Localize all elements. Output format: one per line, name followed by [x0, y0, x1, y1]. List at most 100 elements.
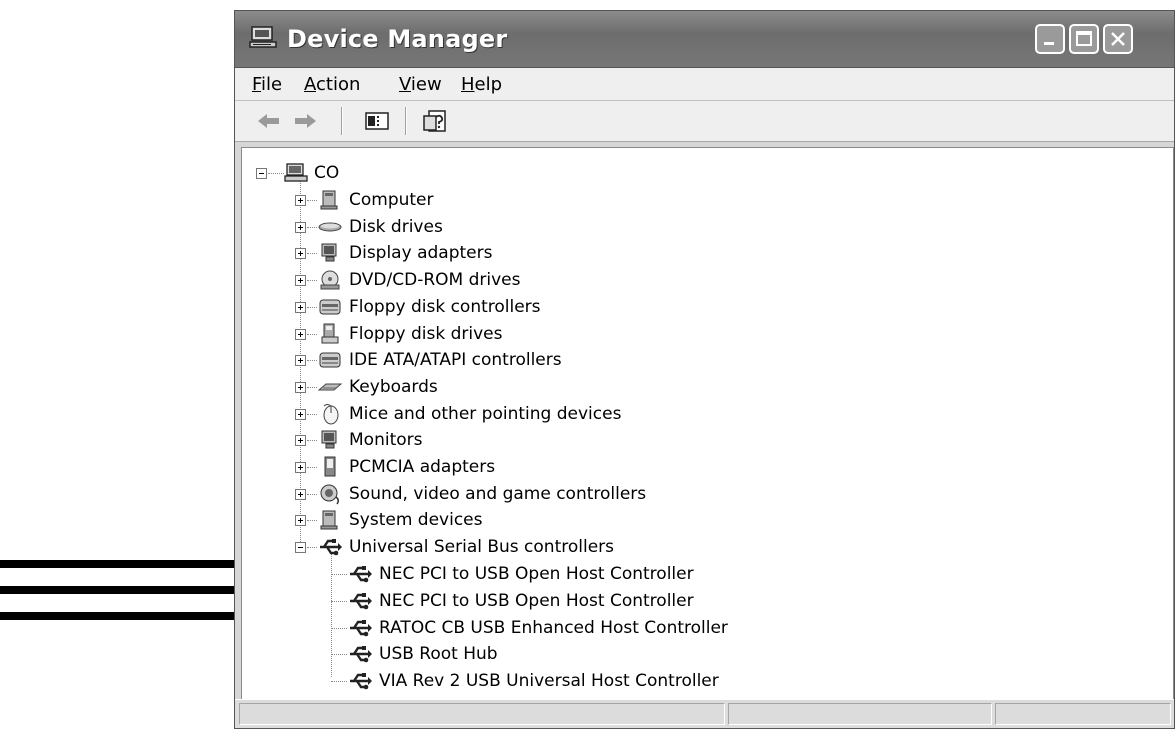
usb-icon	[350, 673, 372, 690]
expand-toggle[interactable]	[295, 195, 306, 206]
tree-connector	[331, 654, 347, 656]
menu-action[interactable]: Action	[304, 74, 360, 95]
tree-category-label: Disk drives	[349, 216, 443, 237]
maximize-icon	[1076, 31, 1092, 46]
tree-connector	[307, 440, 317, 442]
toolbar-separator	[405, 107, 407, 135]
device-tree: CO Computer Disk drives Display adapters DV…	[241, 147, 1174, 700]
tree-category-label: Sound, video and game controllers	[349, 483, 647, 504]
usb-icon	[320, 539, 342, 556]
status-pane	[995, 703, 1171, 725]
expand-toggle[interactable]	[295, 328, 306, 340]
tree-connector	[331, 574, 347, 575]
maximize-button[interactable]	[1069, 24, 1099, 54]
status-pane	[728, 703, 992, 725]
expand-toggle[interactable]	[295, 488, 306, 500]
computer-icon	[249, 26, 277, 48]
device-manager-window: Device Manager File Action View Help CO …	[234, 10, 1175, 729]
properties-icon[interactable]	[421, 108, 449, 134]
expand-toggle[interactable]	[295, 408, 306, 420]
close-icon	[1111, 32, 1125, 46]
expand-toggle[interactable]	[295, 275, 306, 287]
tree-connector	[307, 467, 317, 468]
expand-toggle[interactable]	[295, 301, 306, 313]
tree-category-label: Floppy disk drives	[349, 323, 503, 344]
toolbar-separator	[341, 107, 343, 135]
usb-icon	[350, 592, 372, 610]
computer-icon	[284, 163, 308, 182]
window-title: Device Manager	[287, 25, 508, 53]
tree-category-label: Floppy disk controllers	[349, 296, 541, 317]
tree-connector	[307, 253, 317, 255]
tree-connector	[307, 520, 317, 522]
usb-icon	[350, 566, 372, 583]
tree-connector	[331, 627, 347, 629]
usb-device-label: NEC PCI to USB Open Host Controller	[379, 590, 694, 611]
tree-category-label: Keyboards	[349, 376, 438, 397]
collapse-toggle[interactable]	[256, 168, 267, 179]
tree-category-label: Universal Serial Bus controllers	[349, 537, 615, 558]
expand-toggle[interactable]	[295, 462, 306, 473]
expand-toggle[interactable]	[295, 248, 306, 260]
mouse-icon	[323, 403, 339, 425]
tree-connector	[307, 493, 317, 495]
minimize-icon	[1044, 42, 1054, 45]
sound-icon	[320, 484, 340, 505]
tree-connector	[331, 681, 347, 683]
status-pane	[239, 703, 725, 725]
collapse-toggle[interactable]	[295, 542, 306, 554]
usb-icon	[350, 619, 372, 636]
menu-help[interactable]: Help	[461, 74, 502, 95]
tree-connector	[307, 306, 317, 308]
menu-view[interactable]: View	[399, 74, 442, 95]
toolbar	[235, 101, 1174, 142]
tree-connector	[307, 547, 317, 549]
tree-connector	[307, 280, 317, 282]
floppy-drive-icon	[321, 323, 339, 343]
floppy-controller-icon	[319, 299, 341, 315]
dvd-drive-icon	[320, 270, 340, 290]
expand-toggle[interactable]	[295, 435, 306, 447]
menu-bar: File Action View Help	[235, 68, 1174, 101]
tree-category-label: Mice and other pointing devices	[349, 403, 622, 424]
expand-toggle[interactable]	[295, 515, 306, 527]
expand-toggle[interactable]	[295, 221, 306, 233]
tree-connector	[307, 386, 317, 388]
usb-device-label: VIA Rev 2 USB Universal Host Controller	[379, 671, 719, 692]
close-button[interactable]	[1103, 24, 1133, 54]
usb-device-label: NEC PCI to USB Open Host Controller	[379, 564, 694, 584]
tree-connector	[331, 553, 332, 677]
usb-device-label: USB Root Hub	[379, 644, 498, 665]
tree-category-label: Computer	[349, 190, 434, 210]
tree-connector	[307, 200, 317, 201]
pcmcia-icon	[324, 456, 336, 477]
usb-icon	[350, 646, 372, 663]
tree-connector	[307, 333, 317, 335]
tree-category-label: PCMCIA adapters	[349, 457, 496, 477]
tree-connector	[268, 173, 284, 174]
system-device-icon	[320, 510, 338, 530]
tree-category-label: IDE ATA/ATAPI controllers	[349, 350, 562, 371]
disk-drive-icon	[318, 222, 342, 232]
tree-root-label: CO	[314, 163, 340, 183]
tree-connector	[331, 600, 347, 602]
tree-connector	[307, 413, 317, 415]
show-hide-tree-icon[interactable]	[363, 108, 391, 134]
minimize-button[interactable]	[1035, 24, 1065, 54]
tree-category-label: Display adapters	[349, 243, 493, 264]
menu-file[interactable]: File	[252, 74, 282, 95]
expand-toggle[interactable]	[295, 355, 306, 367]
forward-icon[interactable]	[291, 108, 319, 134]
ide-controller-icon	[319, 352, 341, 368]
status-bar	[235, 699, 1174, 728]
tree-connector	[307, 360, 317, 362]
display-adapter-icon	[321, 243, 337, 262]
keyboard-icon	[318, 383, 342, 391]
tree-category-label: System devices	[349, 510, 483, 531]
back-icon[interactable]	[255, 108, 283, 134]
expand-toggle[interactable]	[295, 381, 306, 393]
tree-category-label: DVD/CD-ROM drives	[349, 270, 521, 291]
monitor-icon	[321, 430, 337, 449]
tree-category-label: Monitors	[349, 430, 423, 451]
title-bar[interactable]: Device Manager	[235, 11, 1174, 68]
